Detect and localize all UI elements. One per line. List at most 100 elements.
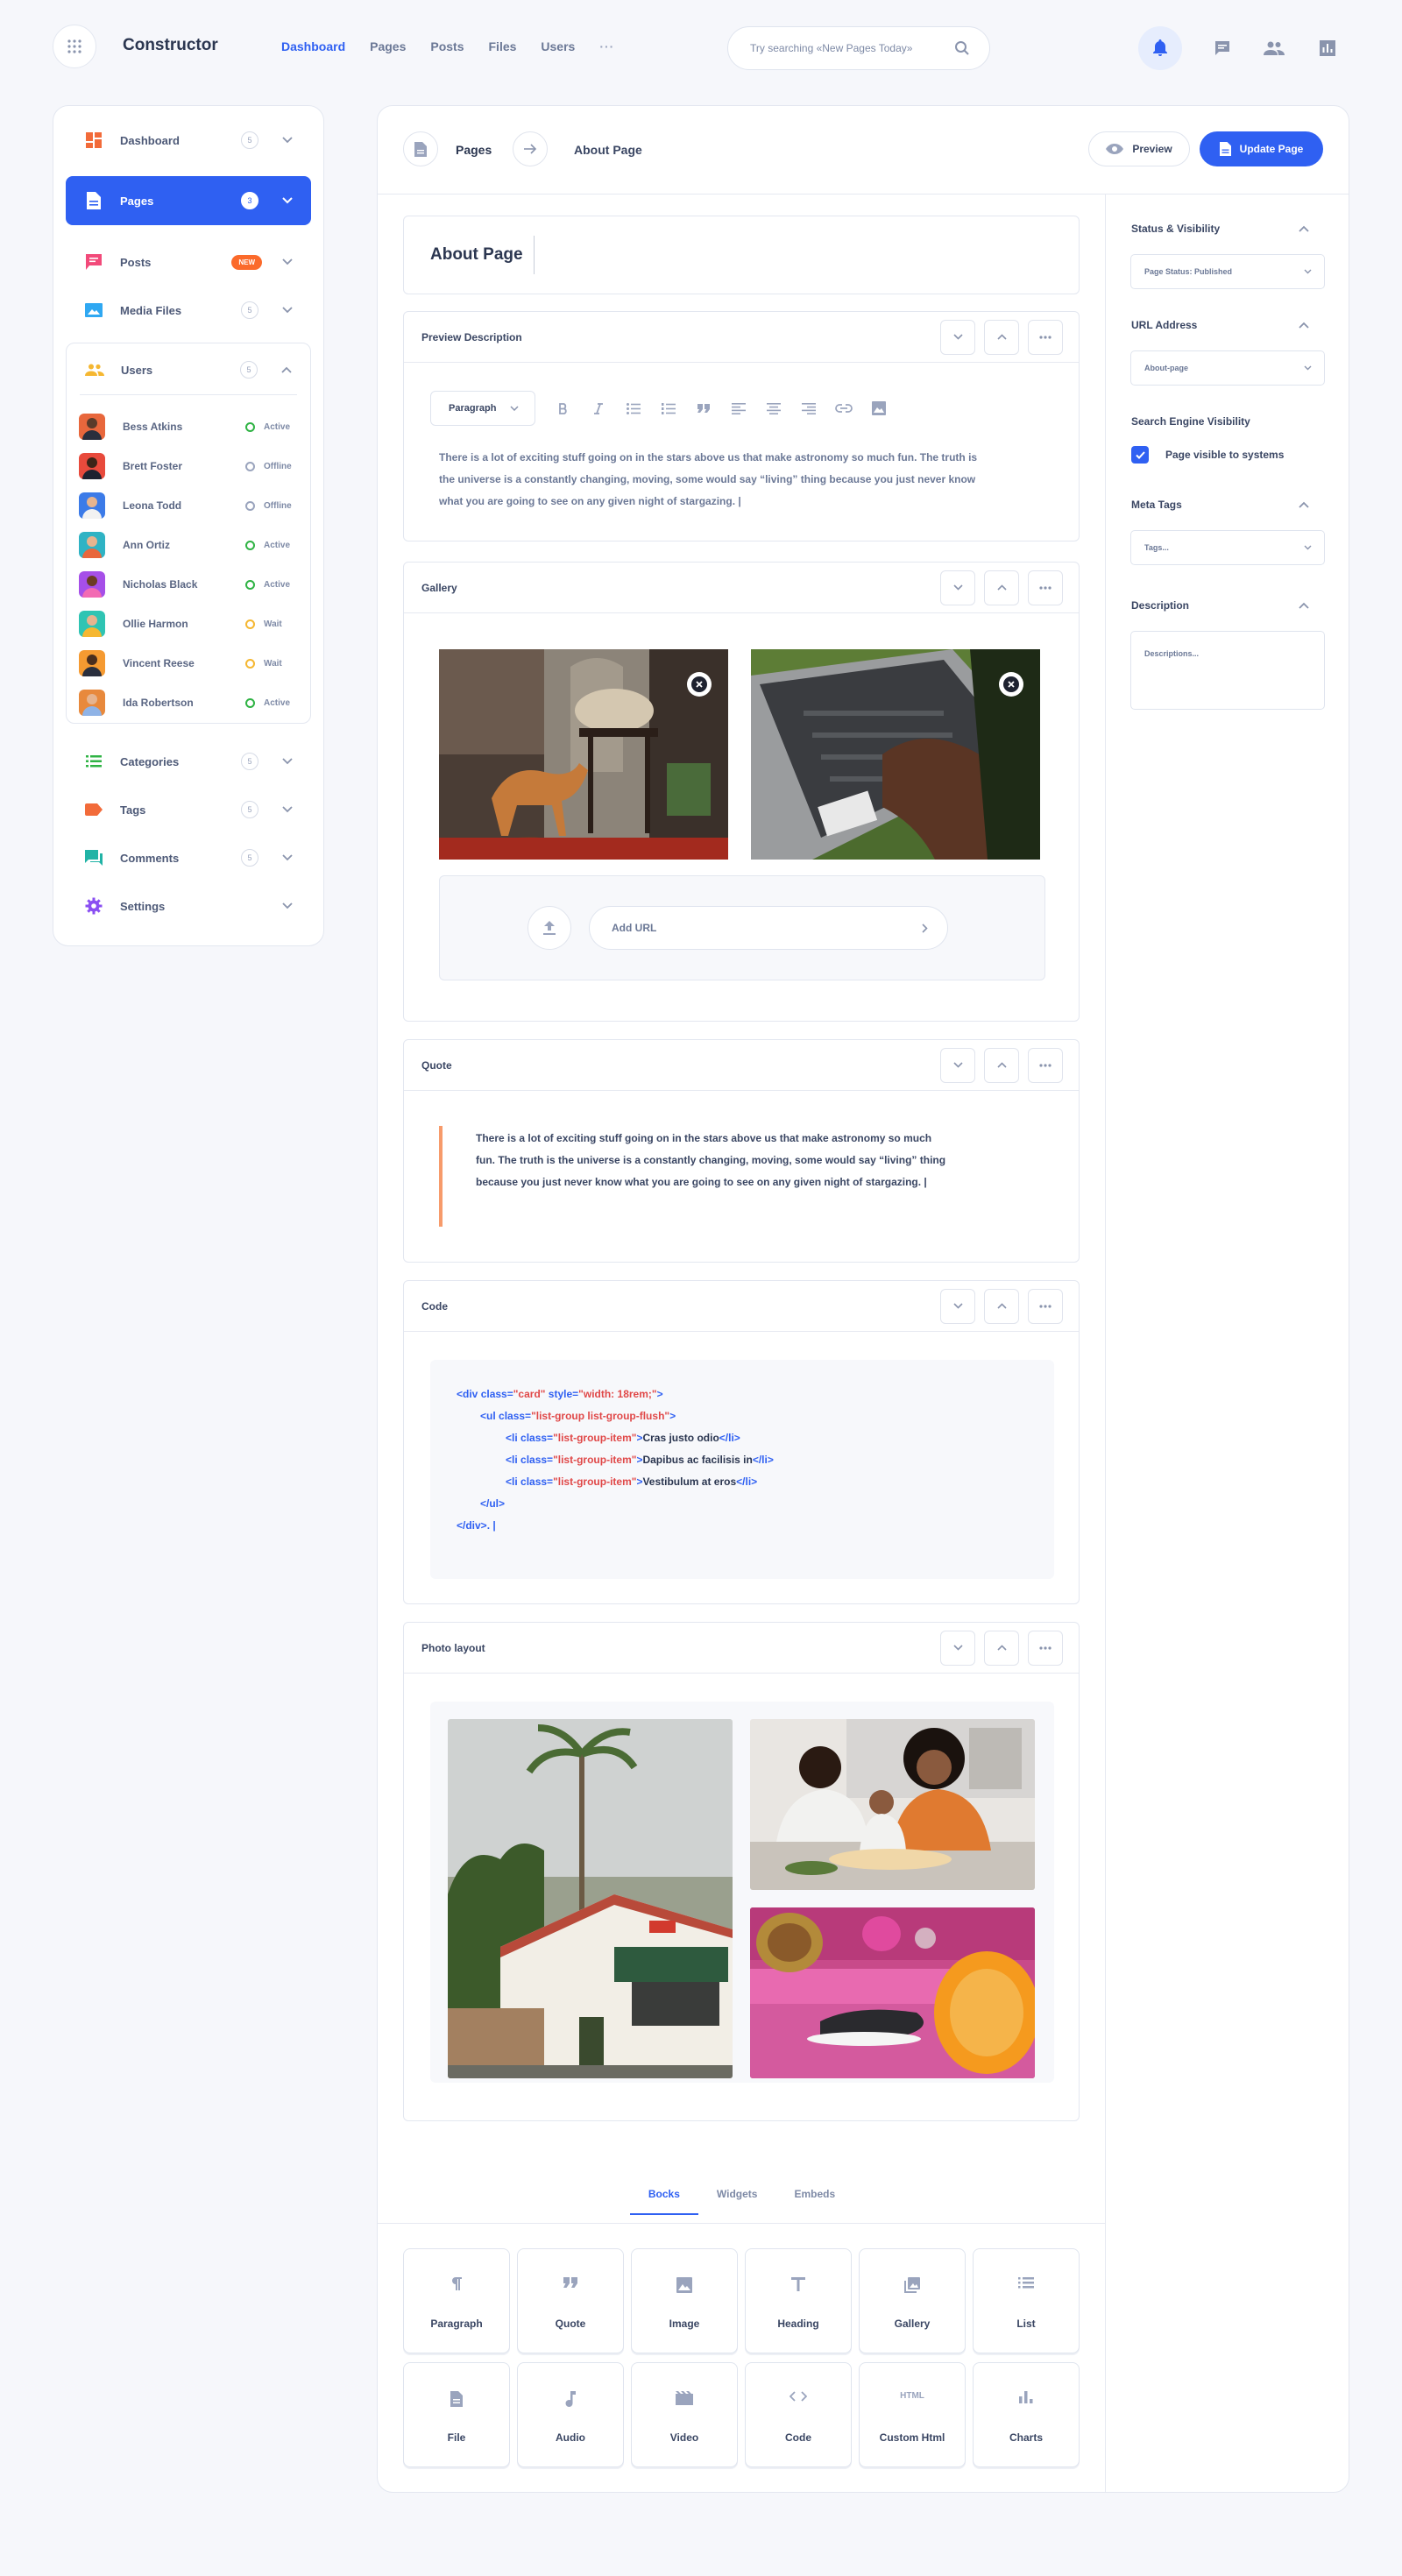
messages-button[interactable]: [1200, 26, 1244, 70]
block-tile-file[interactable]: File: [403, 2362, 510, 2467]
collapse-button[interactable]: [940, 1630, 975, 1666]
sidebar-item-dashboard[interactable]: Dashboard 5: [66, 116, 311, 165]
chevron-up-icon[interactable]: [1299, 322, 1309, 329]
chevron-right-icon[interactable]: [922, 923, 928, 933]
url-address-select[interactable]: About-page: [1130, 350, 1325, 386]
nav-posts[interactable]: Posts: [430, 39, 464, 53]
block-tile-gallery[interactable]: Gallery: [859, 2248, 966, 2353]
block-tile-code[interactable]: Code: [745, 2362, 852, 2467]
user-row[interactable]: Leona Todd Offline: [79, 492, 298, 519]
collapse-button[interactable]: [940, 1047, 975, 1083]
more-options-button[interactable]: [1028, 1630, 1063, 1666]
reports-button[interactable]: [1306, 26, 1349, 70]
user-row[interactable]: Bess Atkins Active: [79, 414, 298, 440]
search-input[interactable]: [750, 42, 925, 54]
url-input[interactable]: [612, 922, 752, 934]
notifications-button[interactable]: [1138, 26, 1182, 70]
block-tile-charts[interactable]: Charts: [973, 2362, 1080, 2467]
upload-button[interactable]: [528, 906, 571, 950]
quote-icon[interactable]: [686, 404, 721, 413]
page-title-field[interactable]: About Page: [403, 216, 1080, 294]
code-editor[interactable]: <div class="card" style="width: 18rem;">…: [430, 1360, 1054, 1579]
italic-icon[interactable]: [581, 402, 616, 414]
more-options-button[interactable]: [1028, 1288, 1063, 1324]
move-up-button[interactable]: [984, 570, 1019, 605]
sidebar-item-media-files[interactable]: Media Files 5: [66, 286, 311, 335]
sidebar-item-posts[interactable]: Posts NEW: [66, 237, 311, 287]
remove-image-button[interactable]: [687, 672, 712, 697]
preview-description-text[interactable]: There is a lot of exciting stuff going o…: [439, 447, 1052, 513]
tab-embeds[interactable]: Embeds: [775, 2188, 853, 2214]
block-tile-list[interactable]: List: [973, 2248, 1080, 2353]
nav-users[interactable]: Users: [541, 39, 575, 53]
nav-dashboard[interactable]: Dashboard: [281, 39, 345, 53]
move-up-button[interactable]: [984, 1047, 1019, 1083]
block-tile-heading[interactable]: Heading: [745, 2248, 852, 2353]
block-tile-video[interactable]: Video: [631, 2362, 738, 2467]
page-icon-button[interactable]: [403, 131, 438, 166]
user-row[interactable]: Vincent Reese Wait: [79, 650, 298, 676]
preview-button[interactable]: Preview: [1088, 131, 1190, 166]
page-status-select[interactable]: Page Status: Published: [1130, 254, 1325, 289]
bullet-list-icon[interactable]: [616, 402, 651, 414]
sidebar-item-pages[interactable]: Pages 3: [66, 176, 311, 225]
visibility-checkbox[interactable]: [1131, 446, 1149, 464]
collapse-button[interactable]: [940, 570, 975, 605]
image-icon[interactable]: [861, 401, 896, 415]
more-options-button[interactable]: [1028, 570, 1063, 605]
nav-more[interactable]: ···: [599, 39, 614, 53]
chevron-down-icon[interactable]: [274, 758, 301, 765]
numbered-list-icon[interactable]: [651, 402, 686, 414]
more-options-button[interactable]: [1028, 1047, 1063, 1083]
collapse-button[interactable]: [940, 319, 975, 355]
block-tile-audio[interactable]: Audio: [517, 2362, 624, 2467]
meta-tags-select[interactable]: Tags...: [1130, 530, 1325, 565]
move-up-button[interactable]: [984, 1288, 1019, 1324]
apps-menu-button[interactable]: [53, 25, 96, 68]
user-row[interactable]: Ollie Harmon Wait: [79, 611, 298, 637]
align-center-icon[interactable]: [756, 402, 791, 414]
user-row[interactable]: Ida Robertson Active: [79, 690, 298, 716]
collapse-button[interactable]: [940, 1288, 975, 1324]
chevron-up-icon[interactable]: [1299, 602, 1309, 609]
block-tile-image[interactable]: Image: [631, 2248, 738, 2353]
chevron-down-icon[interactable]: [274, 307, 301, 314]
team-button[interactable]: [1252, 26, 1296, 70]
sidebar-item-comments[interactable]: Comments 5: [66, 833, 311, 882]
link-icon[interactable]: [826, 404, 861, 413]
paragraph-format-select[interactable]: Paragraph: [430, 391, 535, 426]
user-row[interactable]: Ann Ortiz Active: [79, 532, 298, 558]
chevron-down-icon[interactable]: [274, 902, 301, 909]
move-up-button[interactable]: [984, 1630, 1019, 1666]
block-tile-paragraph[interactable]: Paragraph: [403, 2248, 510, 2353]
tab-widgets[interactable]: Widgets: [698, 2188, 776, 2214]
search-icon[interactable]: [954, 40, 970, 56]
remove-image-button[interactable]: [999, 672, 1023, 697]
sidebar-item-settings[interactable]: Settings: [66, 881, 311, 931]
block-tile-custom-html[interactable]: HTML Custom Html: [859, 2362, 966, 2467]
quote-text[interactable]: There is a lot of exciting stuff going o…: [476, 1128, 1054, 1193]
chevron-down-icon[interactable]: [274, 854, 301, 861]
nav-pages[interactable]: Pages: [370, 39, 406, 53]
update-page-button[interactable]: Update Page: [1200, 131, 1323, 166]
chevron-down-icon[interactable]: [274, 197, 301, 204]
breadcrumb-root[interactable]: Pages: [456, 143, 492, 157]
chevron-up-icon[interactable]: [1299, 225, 1309, 232]
chevron-down-icon[interactable]: [274, 258, 301, 265]
sidebar-item-categories[interactable]: Categories 5: [66, 737, 311, 786]
user-row[interactable]: Nicholas Black Active: [79, 571, 298, 598]
align-right-icon[interactable]: [791, 402, 826, 414]
move-up-button[interactable]: [984, 319, 1019, 355]
chevron-up-icon[interactable]: [273, 366, 300, 373]
chevron-up-icon[interactable]: [1299, 501, 1309, 508]
tab-blocks[interactable]: Bocks: [629, 2188, 698, 2215]
description-textarea[interactable]: [1130, 631, 1325, 710]
align-left-icon[interactable]: [721, 402, 756, 414]
sidebar-item-users[interactable]: Users 5: [67, 345, 310, 394]
block-tile-quote[interactable]: Quote: [517, 2248, 624, 2353]
sidebar-item-tags[interactable]: Tags 5: [66, 785, 311, 834]
user-row[interactable]: Brett Foster Offline: [79, 453, 298, 479]
chevron-down-icon[interactable]: [274, 137, 301, 144]
chevron-down-icon[interactable]: [274, 806, 301, 813]
nav-files[interactable]: Files: [489, 39, 517, 53]
